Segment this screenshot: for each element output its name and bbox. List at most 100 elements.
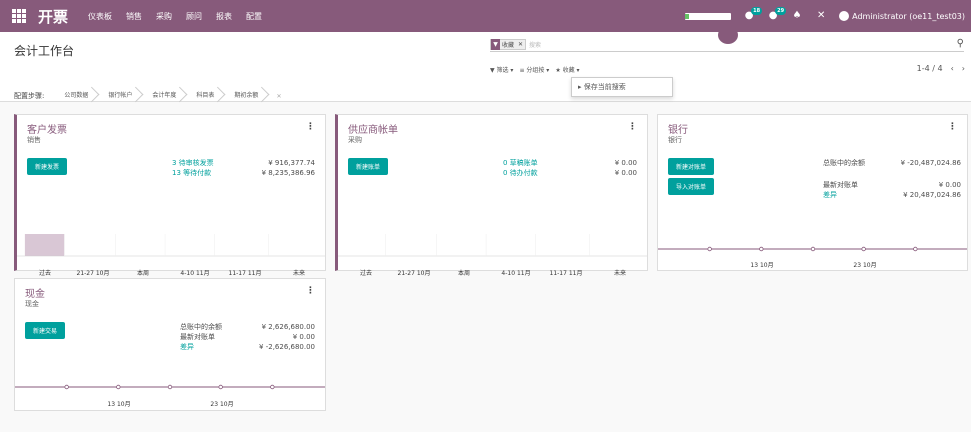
- menu-item-dashboard[interactable]: 仪表板: [88, 11, 112, 22]
- apps-grid-icon[interactable]: [12, 9, 26, 23]
- user-menu[interactable]: Administrator (oe11_test03): [839, 11, 965, 21]
- stat-label[interactable]: 差异: [180, 342, 194, 352]
- top-navbar: 开票 仪表板 销售 采购 顾问 报表 配置 ● 18 ● 29 ♠ ✕ Admini…: [0, 0, 971, 32]
- filters-button[interactable]: ▼ 筛选 ▾: [490, 65, 513, 74]
- card-menu-icon[interactable]: ⋮: [306, 286, 315, 296]
- card-title[interactable]: 现金: [25, 285, 45, 300]
- card-menu-icon[interactable]: ⋮: [628, 122, 637, 132]
- axis-label: 未来: [613, 270, 627, 277]
- page-title: 会计工作台: [14, 44, 75, 58]
- facet-remove-icon[interactable]: ✕: [516, 41, 525, 48]
- date-label: 13 10月: [750, 262, 774, 269]
- date-label: 23 10月: [853, 262, 877, 269]
- avatar: [839, 11, 850, 21]
- user-name: Administrator (oe11_test03): [852, 11, 965, 21]
- axis-label: 11-17 11月: [549, 270, 583, 277]
- facet-label: 收藏: [502, 42, 515, 49]
- search-facet: ▼ 收藏 ✕: [490, 39, 527, 50]
- stat-label[interactable]: 差异: [823, 190, 837, 200]
- main-menu: 仪表板 销售 采购 顾问 报表 配置: [88, 11, 262, 22]
- card-menu-icon[interactable]: ⋮: [948, 122, 957, 132]
- balance-line-chart: [15, 384, 325, 390]
- pager: 1-4 / 4 ‹ ›: [917, 64, 965, 73]
- stat-label: 总账中的余额: [823, 159, 865, 167]
- axis-label: 21-27 10月: [76, 270, 110, 277]
- new-transaction-button[interactable]: 新建交易: [25, 322, 66, 339]
- stat-label: 总账中的余额: [180, 323, 222, 331]
- menu-item-reports[interactable]: 报表: [216, 11, 232, 22]
- stat-label: 最新对账单: [180, 333, 215, 341]
- stat-value: ¥ -20,487,024.86: [900, 159, 961, 167]
- setup-steps-bar: 配置步骤: 公司数据 银行帐户 会计年度 科目表 期初余额 ✕: [0, 87, 971, 105]
- step-opening-balance[interactable]: 期初余额: [226, 87, 270, 105]
- stat-label[interactable]: 0 草稿账单: [503, 158, 538, 168]
- axis-label: 过去: [38, 270, 52, 277]
- bar-past: [24, 234, 65, 256]
- card-title[interactable]: 客户发票: [27, 121, 67, 136]
- axis-label: 过去: [359, 270, 373, 277]
- axis-label: 本周: [136, 270, 150, 277]
- stat-value: ¥ 916,377.74: [268, 159, 315, 167]
- step-company-data[interactable]: 公司数据: [56, 87, 100, 105]
- stat-value: ¥ 0.00: [614, 169, 637, 177]
- card-subtitle: 采购: [348, 136, 362, 144]
- axis-label: 21-27 10月: [397, 270, 431, 277]
- axis-label: 未来: [292, 270, 306, 277]
- axis-label: 4-10 11月: [501, 270, 531, 277]
- aged-bar-chart: [17, 234, 325, 257]
- journal-card-vendor-bills: 供应商帐单 采购 ⋮ 新建账单 0 草稿账单 ¥ 0.00 0 待办付款 ¥ 0…: [335, 114, 648, 277]
- new-bill-button[interactable]: 新建账单: [348, 158, 389, 175]
- groupby-button[interactable]: ≡ 分组按 ▾: [519, 65, 549, 74]
- stat-value: ¥ 0.00: [614, 159, 637, 167]
- card-title[interactable]: 供应商帐单: [348, 121, 398, 136]
- activity-icon[interactable]: ● 29: [767, 7, 787, 22]
- journal-card-cash: 现金 现金 ⋮ 新建交易 总账中的余额 ¥ 2,626,680.00 最新对账单…: [14, 278, 326, 411]
- favorites-button[interactable]: ★ 收藏 ▾: [555, 65, 579, 74]
- card-subtitle: 现金: [25, 300, 39, 308]
- balance-line-chart: [658, 246, 967, 252]
- stat-value: ¥ 2,626,680.00: [261, 323, 315, 331]
- messages-count-badge: 18: [751, 7, 763, 15]
- aged-bar-chart: [338, 234, 647, 257]
- activity-count-badge: 29: [775, 7, 787, 15]
- search-icon[interactable]: ⚲: [957, 38, 964, 49]
- steps-close-icon[interactable]: ✕: [276, 93, 281, 100]
- stat-label[interactable]: 3 待审核发票: [172, 158, 214, 168]
- stat-value: ¥ 0.00: [938, 181, 961, 189]
- step-bank-accounts[interactable]: 银行帐户: [100, 87, 144, 105]
- step-fiscal-year[interactable]: 会计年度: [144, 87, 188, 105]
- stat-label[interactable]: 0 待办付款: [503, 168, 538, 178]
- menu-item-sales[interactable]: 销售: [126, 11, 142, 22]
- journal-card-bank: 银行 银行 ⋮ 新建对账单 导入对账单 总账中的余额 ¥ -20,487,024…: [657, 114, 968, 271]
- import-statement-button[interactable]: 导入对账单: [668, 178, 715, 195]
- stat-value: ¥ 20,487,024.86: [903, 191, 961, 199]
- dropdown-toggle-indicator: [718, 26, 738, 44]
- date-label: 23 10月: [210, 401, 234, 408]
- stat-value: ¥ 8,235,386.96: [261, 169, 315, 177]
- app-brand: 开票: [38, 7, 69, 26]
- close-icon[interactable]: ✕: [815, 10, 827, 22]
- search-input[interactable]: 搜索: [529, 40, 541, 49]
- filter-icon: ▼: [491, 39, 500, 50]
- save-current-search-item[interactable]: ▸ 保存当前搜索: [578, 83, 626, 91]
- pager-next-icon[interactable]: ›: [962, 64, 965, 73]
- new-statement-button[interactable]: 新建对账单: [668, 158, 715, 175]
- stat-value: ¥ 0.00: [292, 333, 315, 341]
- card-menu-icon[interactable]: ⋮: [306, 122, 315, 132]
- card-title[interactable]: 银行: [668, 121, 688, 136]
- pager-value[interactable]: 1-4 / 4: [917, 64, 943, 73]
- stat-label[interactable]: 13 等待付款: [172, 168, 211, 178]
- menu-item-configuration[interactable]: 配置: [246, 11, 262, 22]
- date-label: 13 10月: [107, 401, 131, 408]
- bell-icon[interactable]: ♠: [791, 10, 803, 22]
- menu-item-adviser[interactable]: 顾问: [186, 11, 202, 22]
- journal-card-customer-invoices: 客户发票 销售 ⋮ 新建发票 3 待审核发票 ¥ 916,377.74 13 等…: [14, 114, 326, 277]
- card-subtitle: 销售: [27, 136, 41, 144]
- messages-icon[interactable]: ● 18: [743, 7, 763, 22]
- search-options: ▼ 筛选 ▾ ≡ 分组按 ▾ ★ 收藏 ▾: [490, 65, 580, 74]
- new-invoice-button[interactable]: 新建发票: [27, 158, 68, 175]
- onboarding-progress-bar[interactable]: [685, 12, 732, 20]
- step-chart-of-accounts[interactable]: 科目表: [188, 87, 226, 105]
- menu-item-purchases[interactable]: 采购: [156, 11, 172, 22]
- pager-previous-icon[interactable]: ‹: [951, 64, 954, 73]
